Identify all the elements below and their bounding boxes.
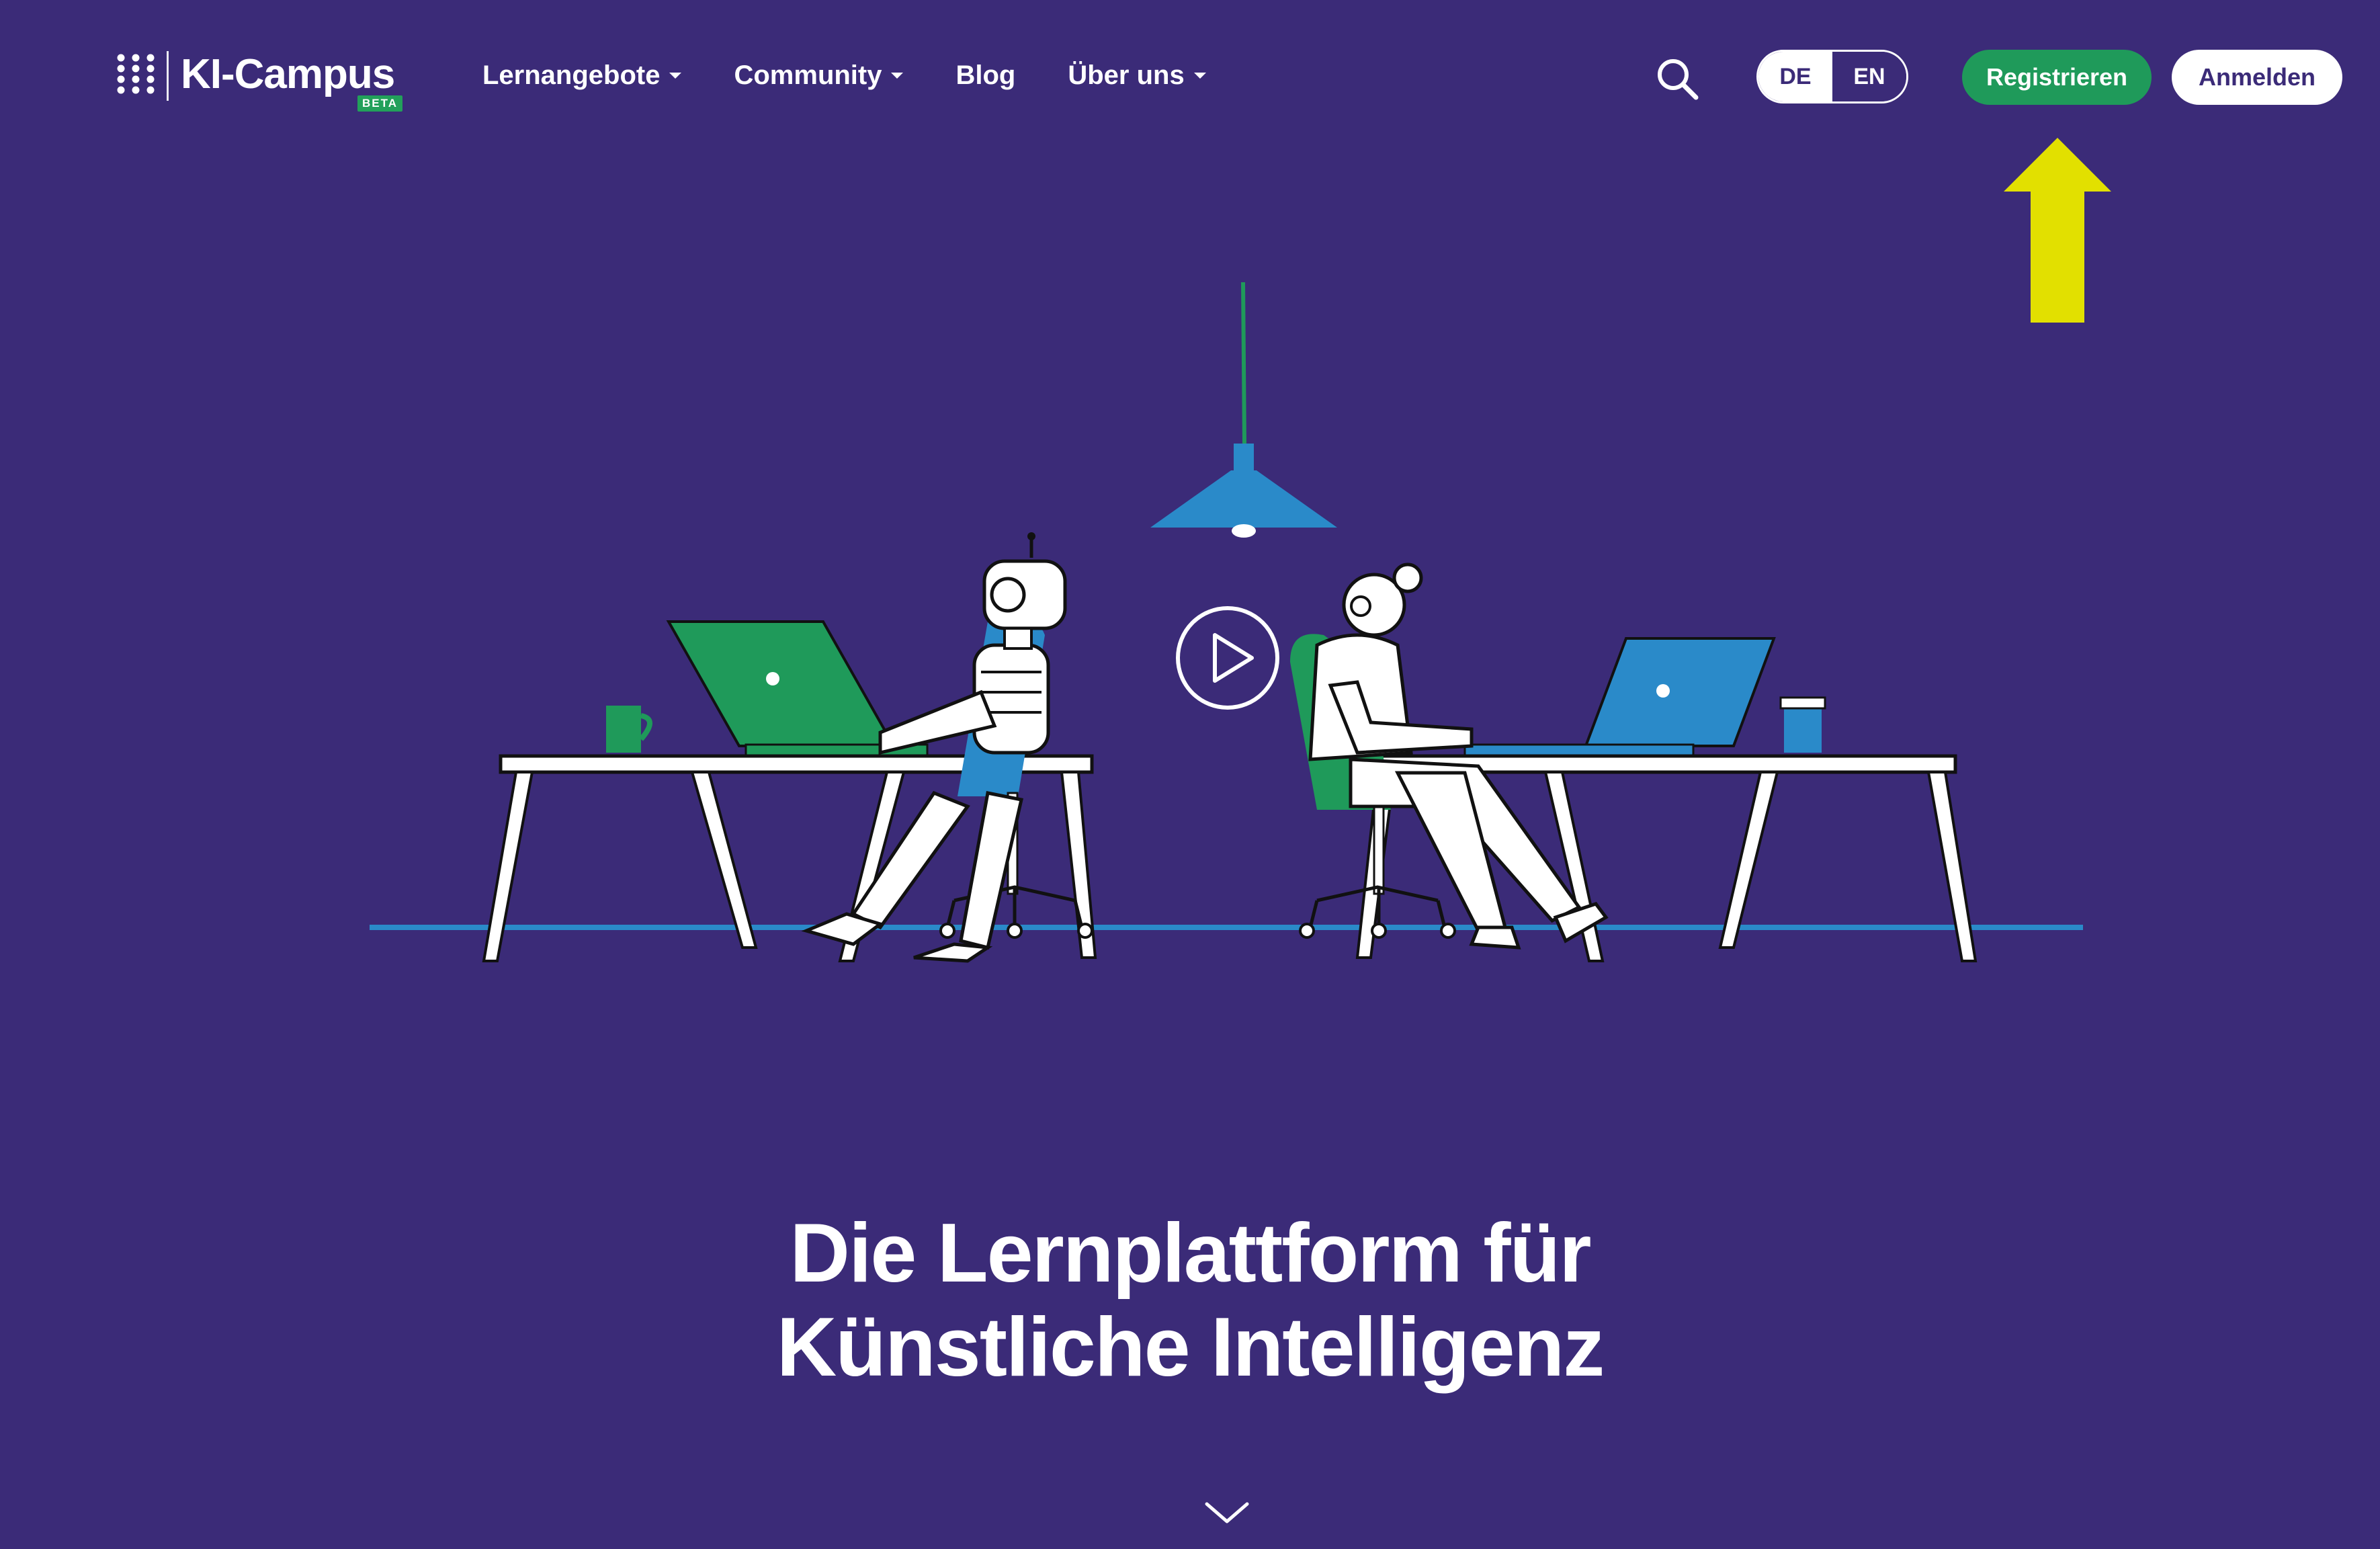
nav-label: Über uns xyxy=(1068,60,1185,90)
register-button[interactable]: Registrieren xyxy=(1962,50,2152,105)
logo-divider xyxy=(167,51,169,101)
language-de-button[interactable]: DE xyxy=(1758,52,1832,101)
search-icon[interactable] xyxy=(1654,56,1700,101)
nav-label: Community xyxy=(734,60,882,90)
language-en-button[interactable]: EN xyxy=(1832,52,1906,101)
ki-campus-logo[interactable]: KI-Campus BETA xyxy=(114,51,403,112)
caret-down-icon xyxy=(669,72,682,79)
nav-label: Blog xyxy=(955,60,1016,90)
nav-item-community[interactable]: Community xyxy=(734,56,904,94)
hero-title-line-1: Die Lernplattform für xyxy=(790,1207,1591,1300)
hero-title: Die Lernplattform für Künstliche Intelli… xyxy=(0,1206,2380,1394)
language-switch: DE EN xyxy=(1756,50,1908,103)
login-button[interactable]: Anmelden xyxy=(2172,50,2342,105)
beta-badge: BETA xyxy=(357,95,403,112)
play-icon[interactable] xyxy=(1175,605,1281,711)
page: KI-Campus BETA Lernangebote Community Bl… xyxy=(0,0,2380,1549)
nav-label: Lernangebote xyxy=(482,60,661,90)
logo-grid-icon xyxy=(117,54,155,94)
caret-down-icon xyxy=(1193,72,1206,79)
chevron-down-icon[interactable] xyxy=(1203,1499,1251,1525)
hero-title-line-2: Künstliche Intelligenz xyxy=(776,1301,1605,1394)
nav-item-blog[interactable]: Blog xyxy=(955,56,1015,94)
nav-item-lernangebote[interactable]: Lernangebote xyxy=(482,56,682,94)
main-nav: Lernangebote Community Blog Über uns xyxy=(482,56,1206,94)
nav-item-ueber-uns[interactable]: Über uns xyxy=(1068,56,1206,94)
brand-name: KI-Campus xyxy=(181,51,395,97)
lamp-icon xyxy=(1150,282,1337,538)
caret-down-icon xyxy=(891,72,904,79)
